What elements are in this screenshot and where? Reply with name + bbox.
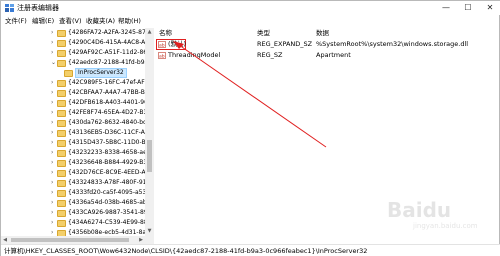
watermark-url: jingyan.baidu.com: [413, 222, 478, 230]
baidu-watermark: Baidu jingyan.baidu.com: [387, 198, 499, 234]
status-bar: 计算机\HKEY_CLASSES_ROOT\Wow6432Node\CLSID\…: [1, 244, 500, 256]
key-path: 计算机\HKEY_CLASSES_ROOT\Wow6432Node\CLSID\…: [4, 247, 368, 255]
watermark-logo: Baidu: [387, 198, 452, 222]
registry-editor-window: 注册表编辑器 — ☐ ✕ 文件(F) 编辑(E) 查看(V) 收藏夹(A) 帮助…: [0, 0, 500, 256]
